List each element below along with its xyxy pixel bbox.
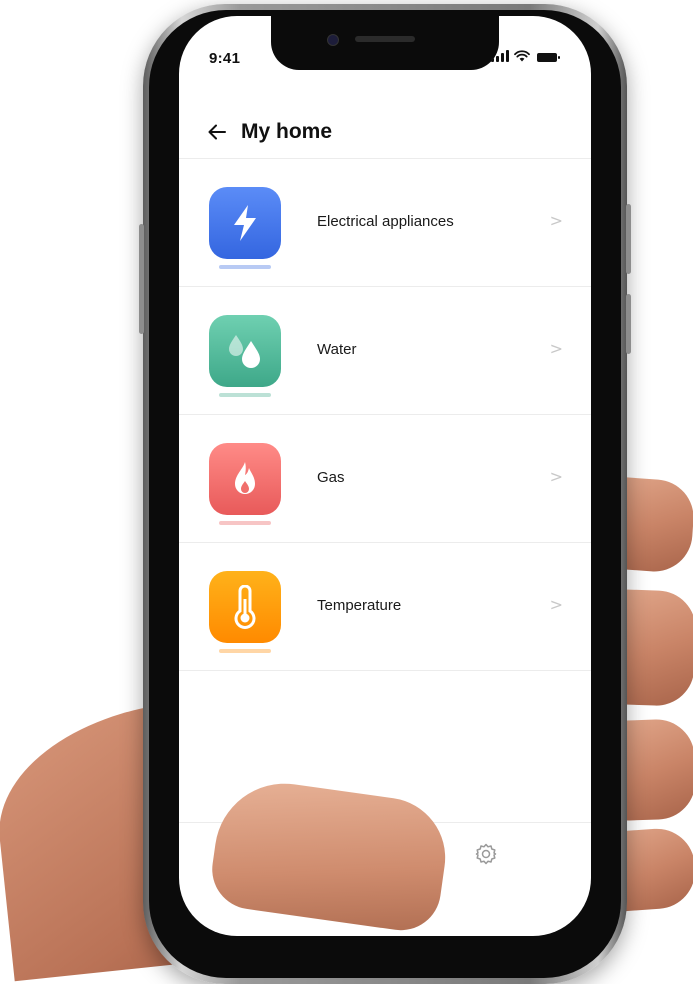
back-arrow-icon[interactable] bbox=[201, 116, 233, 148]
chevron-right-icon: > bbox=[549, 339, 563, 358]
temperature-icon-tile bbox=[209, 571, 281, 643]
water-icon-tile bbox=[209, 315, 281, 387]
tab-settings[interactable] bbox=[471, 839, 501, 869]
list-item-label: Temperature bbox=[317, 597, 402, 614]
gear-icon bbox=[475, 843, 497, 865]
header: My home bbox=[179, 116, 591, 156]
category-list: Electrical appliances > Water > Gas > Te… bbox=[179, 159, 591, 671]
flame-icon bbox=[235, 462, 255, 494]
electrical-icon-tile bbox=[209, 187, 281, 259]
battery-icon bbox=[537, 53, 560, 62]
list-item-gas[interactable]: Gas > bbox=[179, 415, 591, 543]
thermometer-icon bbox=[234, 585, 256, 629]
icon-shadow bbox=[219, 393, 271, 397]
signal-icon bbox=[491, 50, 509, 62]
page-title: My home bbox=[241, 120, 333, 143]
list-item-label: Gas bbox=[317, 469, 345, 486]
camera bbox=[327, 34, 339, 46]
lightning-icon bbox=[234, 205, 256, 241]
icon-shadow bbox=[219, 521, 271, 525]
list-item-water[interactable]: Water > bbox=[179, 287, 591, 415]
icon-shadow bbox=[219, 649, 271, 653]
power-button bbox=[626, 204, 631, 274]
water-drop-icon bbox=[229, 335, 260, 368]
volume-button bbox=[139, 224, 144, 334]
icon-shadow bbox=[219, 265, 271, 269]
side-button bbox=[626, 294, 631, 354]
status-time: 9:41 bbox=[209, 50, 241, 67]
notch bbox=[271, 16, 499, 70]
list-item-temperature[interactable]: Temperature > bbox=[179, 543, 591, 671]
chevron-right-icon: > bbox=[549, 595, 563, 614]
wifi-icon bbox=[514, 50, 530, 62]
status-icons bbox=[491, 50, 560, 62]
chevron-right-icon: > bbox=[549, 467, 563, 486]
list-item-label: Water bbox=[317, 341, 357, 358]
list-item-electrical-appliances[interactable]: Electrical appliances > bbox=[179, 159, 591, 287]
list-item-label: Electrical appliances bbox=[317, 213, 454, 230]
speaker bbox=[355, 36, 415, 42]
gas-icon-tile bbox=[209, 443, 281, 515]
chevron-right-icon: > bbox=[549, 211, 563, 230]
